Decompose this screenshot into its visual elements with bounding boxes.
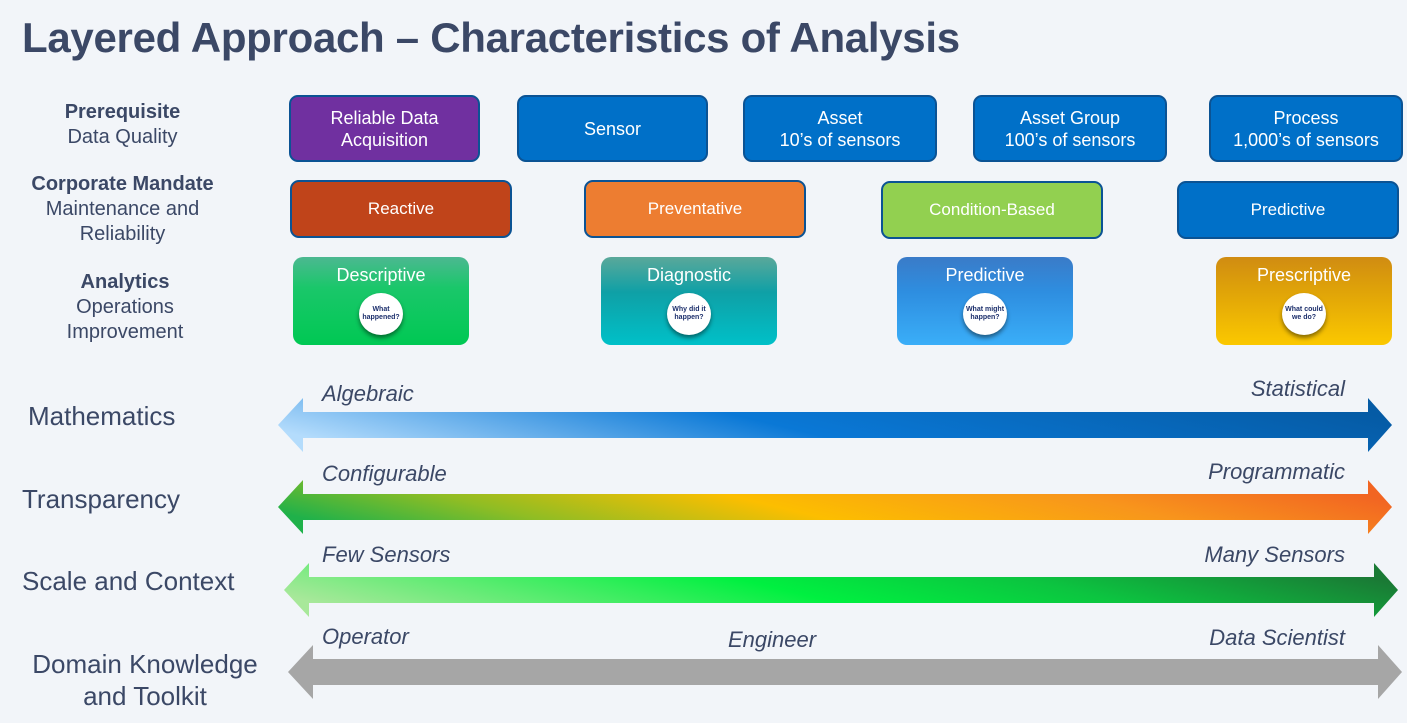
row-label-sub: Reliability [79,223,166,245]
box-process: Process 1,000’s of sensors [1209,95,1403,162]
box-reliable-data-acquisition: Reliable Data Acquisition [289,95,480,162]
question-bubble: Why did it happen? [667,293,711,335]
row-label-corporate: Corporate Mandate Maintenance and Reliab… [10,172,235,247]
axis-label-scale-context: Scale and Context [22,566,235,596]
box-line1: Reliable Data [330,107,439,128]
arrow-mathematics [278,398,1392,452]
question-bubble: What happened? [359,293,403,335]
spectrum-middle-label: Engineer [728,627,817,652]
arrow-domain-knowledge [288,645,1402,699]
box-condition-based: Condition-Based [881,181,1103,239]
analytics-prescriptive: Prescriptive What could we do? [1216,257,1392,345]
spectrum-right-label: Statistical [1250,376,1345,401]
spectrum-right-label: Data Scientist [1209,625,1345,650]
axis-label-line: Domain Knowledge [32,649,258,679]
box-line2: Acquisition [340,129,429,150]
arrow-shape [278,480,1392,534]
spectrum-left-label: Operator [322,624,409,649]
analytics-predictive: Predictive What might happen? [897,257,1073,345]
box-asset: Asset 10’s of sensors [743,95,937,162]
box-asset-group: Asset Group 100’s of sensors [973,95,1167,162]
arrow-transparency [278,480,1392,534]
box-line1: Asset Group [1019,107,1121,128]
box-line2: 100’s of sensors [1004,129,1136,150]
box-line2: 10’s of sensors [779,129,901,150]
question-bubble: What might happen? [963,293,1007,335]
box-line1: Process [1273,107,1339,128]
spectrum-right-label: Programmatic [1208,459,1345,484]
arrow-shape [288,645,1402,699]
box-preventative: Preventative [584,180,806,238]
row-label-sub: Improvement [66,321,184,343]
row-label-sub: Data Quality [67,126,178,148]
arrow-shape [284,563,1398,617]
row-label-bold: Corporate Mandate [31,173,214,195]
spectrum-right-label: Many Sensors [1204,542,1345,567]
analytics-label: Prescriptive [1256,265,1352,285]
analytics-diagnostic: Diagnostic Why did it happen? [601,257,777,345]
spectrum-left-label: Algebraic [322,381,414,406]
box-line1: Asset [817,107,863,128]
axis-label-mathematics: Mathematics [28,401,176,431]
axis-label-line: and Toolkit [83,681,207,711]
box-sensor: Sensor [517,95,708,162]
row-label-sub: Operations [76,296,174,318]
box-label: Preventative [647,199,743,218]
row-label-analytics: Analytics Operations Improvement [30,270,220,345]
box-line1: Sensor [583,118,642,139]
box-label: Reactive [367,199,435,218]
axis-label-domain-knowledge: Domain Knowledge and Toolkit [20,648,270,712]
analytics-label: Descriptive [336,265,426,285]
box-reactive: Reactive [290,180,512,238]
analytics-descriptive: Descriptive What happened? [293,257,469,345]
row-label-sub: Maintenance and [45,198,200,220]
spectrum-left-label: Configurable [322,461,447,486]
row-label-prerequisite: Prerequisite Data Quality [40,100,205,150]
arrow-scale-context [284,563,1398,617]
row-label-bold: Prerequisite [64,101,181,123]
analytics-label: Predictive [945,265,1025,285]
page-title: Layered Approach – Characteristics of An… [22,14,960,61]
box-label: Predictive [1250,200,1326,219]
arrow-shape [278,398,1392,452]
analytics-label: Diagnostic [646,265,732,285]
box-label: Condition-Based [929,200,1055,219]
axis-label-transparency: Transparency [22,484,180,514]
row-label-bold: Analytics [80,271,170,293]
spectrum-left-label: Few Sensors [322,542,451,567]
box-predictive-maintenance: Predictive [1177,181,1399,239]
box-line2: 1,000’s of sensors [1233,129,1379,150]
question-bubble: What could we do? [1282,293,1326,335]
